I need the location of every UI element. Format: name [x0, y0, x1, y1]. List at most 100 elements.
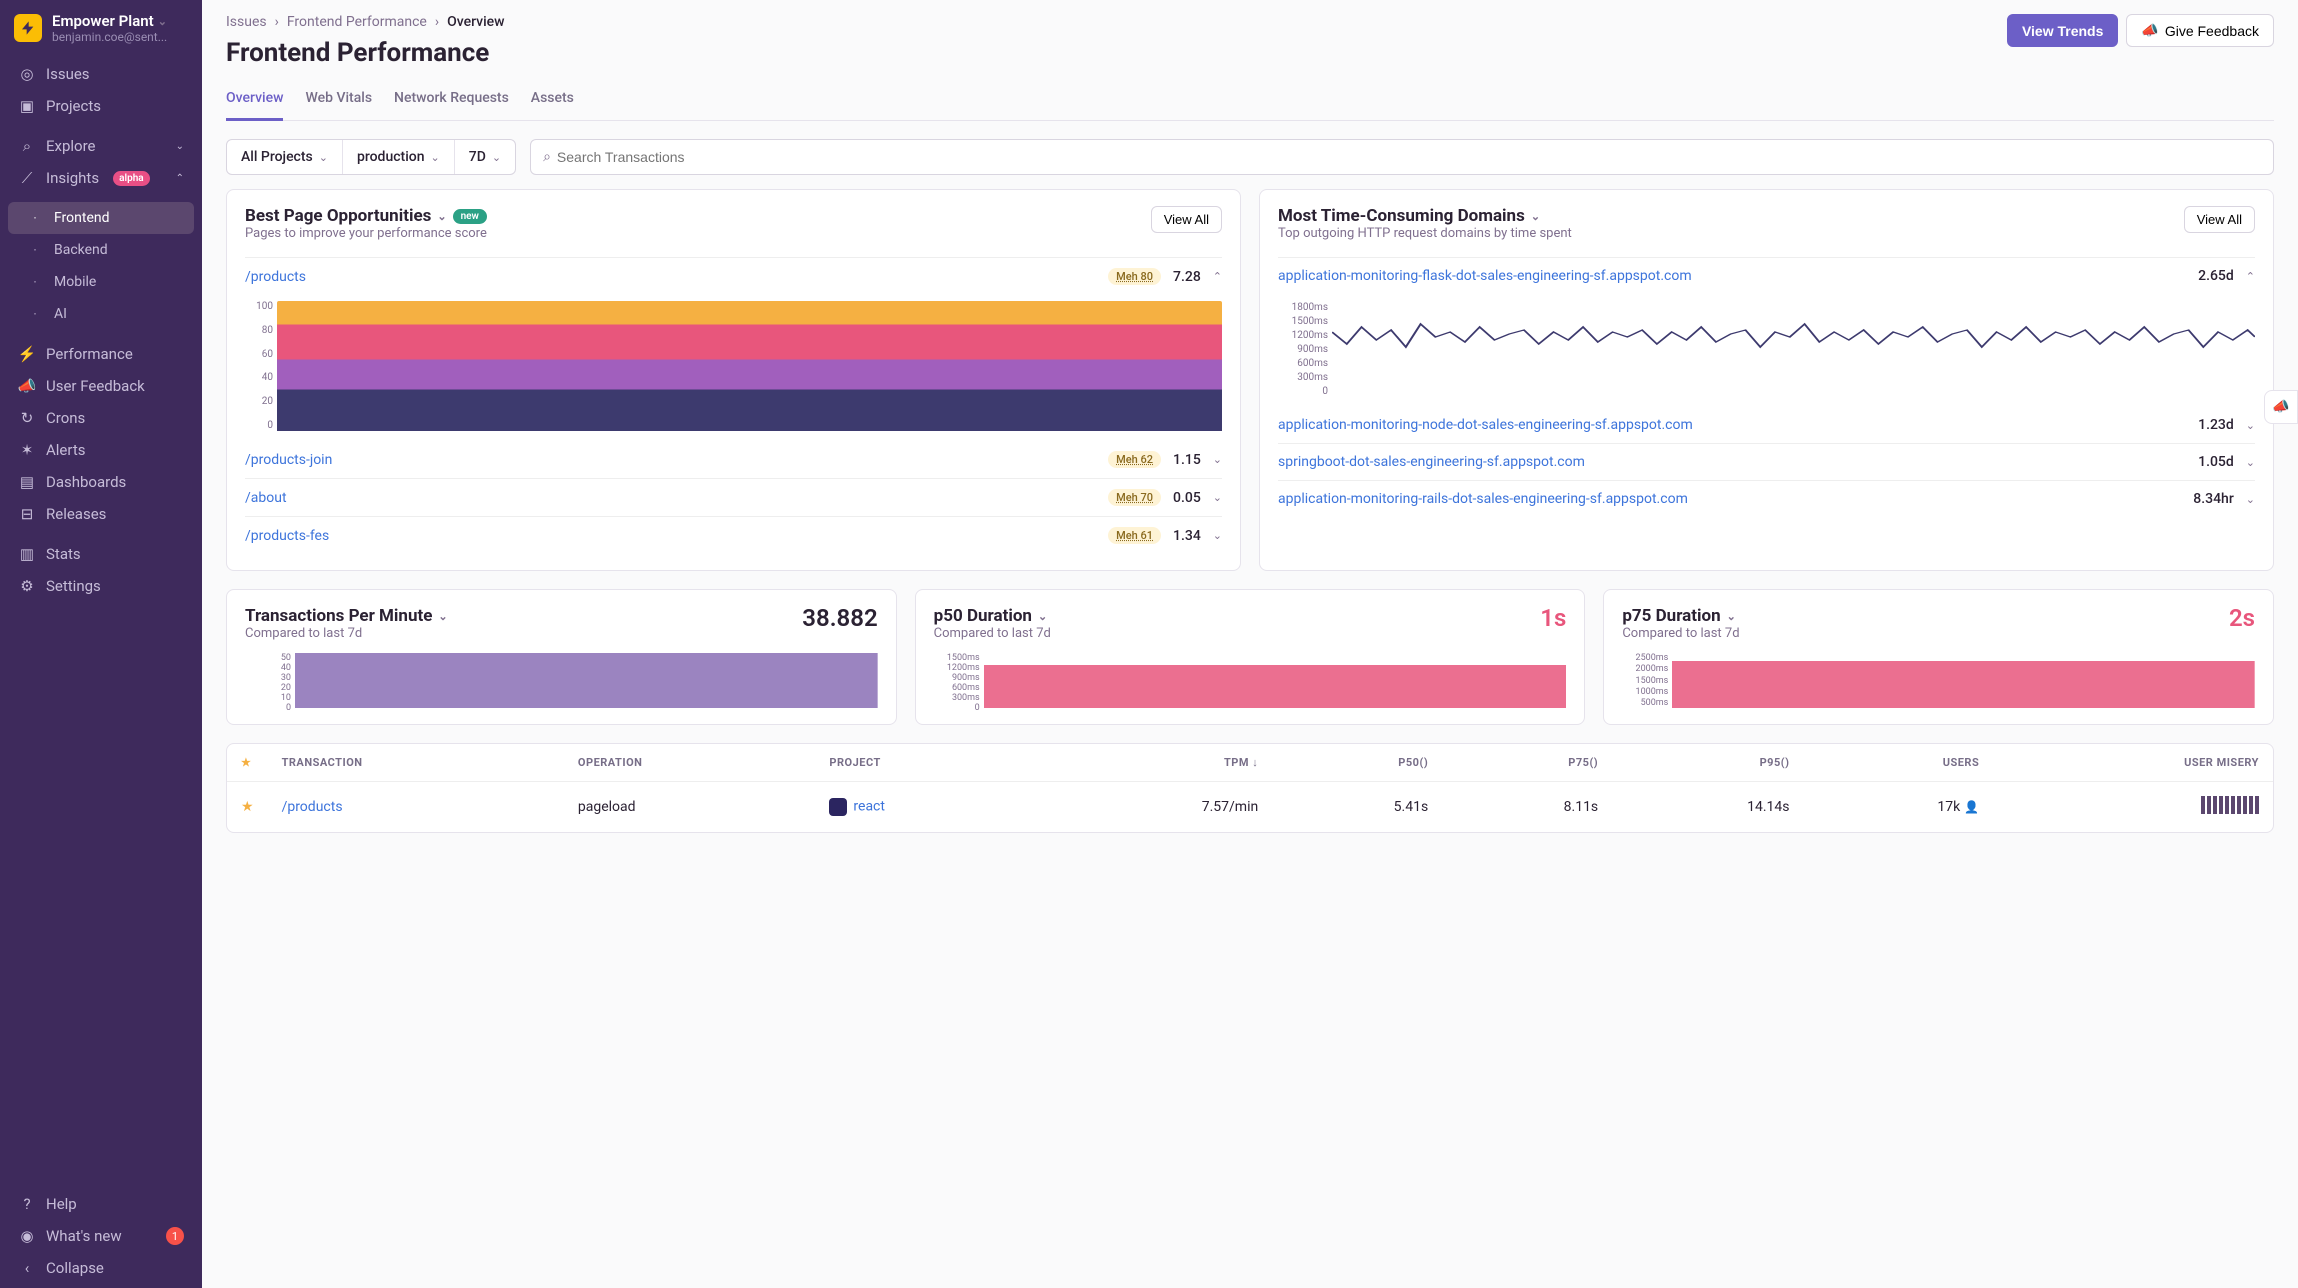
duration-value: 8.34hr: [2193, 491, 2234, 507]
sidebar-item-help[interactable]: ?Help: [8, 1188, 194, 1220]
domain-row: application-monitoring-rails-dot-sales-e…: [1278, 480, 2255, 517]
search-icon: ⌕: [543, 149, 551, 165]
chevron-up-icon[interactable]: ⌃: [1213, 270, 1222, 283]
filter-label: 7D: [469, 149, 486, 165]
col-transaction[interactable]: Transaction: [268, 744, 564, 782]
view-trends-button[interactable]: View Trends: [2007, 14, 2118, 47]
sidebar-item-releases[interactable]: ⊟Releases: [8, 498, 194, 530]
sidebar-item-frontend[interactable]: •Frontend: [8, 202, 194, 234]
chevron-down-icon[interactable]: ⌄: [1531, 210, 1540, 223]
chevron-down-icon: ⌄: [158, 15, 167, 28]
filter-label: production: [357, 149, 425, 165]
nav-label: Stats: [46, 545, 81, 563]
dot-icon: •: [26, 305, 44, 323]
chevron-down-icon[interactable]: ⌄: [438, 610, 447, 623]
panel-p75: p75 Duration ⌄ Compared to last 7d 2s 25…: [1603, 589, 2274, 725]
panel-title-text: Most Time-Consuming Domains: [1278, 206, 1525, 226]
breadcrumb-frontend-performance[interactable]: Frontend Performance: [287, 14, 427, 30]
chevron-down-icon[interactable]: ⌄: [1213, 453, 1222, 466]
col-users[interactable]: Users: [1804, 744, 1994, 782]
chevron-down-icon[interactable]: ⌄: [1213, 491, 1222, 504]
sidebar-item-ai[interactable]: • AI: [8, 298, 194, 330]
chevron-up-icon[interactable]: ⌃: [2246, 270, 2255, 283]
page-link[interactable]: /products-fes: [245, 528, 329, 544]
cell-project[interactable]: react: [815, 782, 1042, 833]
chevron-down-icon[interactable]: ⌄: [437, 210, 446, 223]
environment-filter[interactable]: production ⌄: [343, 140, 455, 174]
sidebar-item-alerts[interactable]: ✶Alerts: [8, 434, 194, 466]
chevron-down-icon[interactable]: ⌄: [1213, 529, 1222, 542]
sidebar-item-insights[interactable]: ⟋Insightsalpha⌃: [8, 162, 194, 194]
chevron-down-icon[interactable]: ⌄: [1727, 610, 1736, 623]
sidebar-item-stats[interactable]: ▥ Stats: [8, 538, 194, 570]
breadcrumb-issues[interactable]: Issues: [226, 14, 267, 30]
sidebar-item-collapse[interactable]: ‹Collapse: [8, 1252, 194, 1284]
page-link[interactable]: /about: [245, 490, 287, 506]
arrow-down-icon: ↓: [1252, 756, 1258, 769]
projects-filter[interactable]: All Projects ⌄: [227, 140, 343, 174]
project-link[interactable]: react: [853, 799, 885, 815]
sidebar-item-projects[interactable]: ▣Projects: [8, 90, 194, 122]
chevron-right-icon: ›: [435, 14, 439, 30]
tab-overview[interactable]: Overview: [226, 82, 283, 121]
nav-label: Help: [46, 1195, 77, 1213]
domain-link[interactable]: springboot-dot-sales-engineering-sf.apps…: [1278, 454, 1585, 470]
chevron-down-icon[interactable]: ⌄: [2246, 456, 2255, 469]
feedback-fab[interactable]: 📣: [2264, 390, 2298, 424]
stats-icon: ▥: [18, 545, 36, 563]
cell-tpm: 7.57/min: [1043, 782, 1273, 833]
tab-assets[interactable]: Assets: [531, 82, 574, 121]
domain-link[interactable]: application-monitoring-flask-dot-sales-e…: [1278, 268, 1692, 284]
view-all-button[interactable]: View All: [1151, 206, 1222, 233]
alpha-badge: alpha: [113, 171, 150, 186]
search-input[interactable]: [551, 140, 2261, 174]
sidebar-item-dashboards[interactable]: ▤Dashboards: [8, 466, 194, 498]
transaction-link[interactable]: /products: [282, 799, 343, 815]
dashboard-icon: ▤: [18, 473, 36, 491]
domain-link[interactable]: application-monitoring-rails-dot-sales-e…: [1278, 491, 1688, 507]
sidebar-item-explore[interactable]: ⌕ Explore ⌄: [8, 130, 194, 162]
domain-link[interactable]: application-monitoring-node-dot-sales-en…: [1278, 417, 1693, 433]
view-all-button[interactable]: View All: [2184, 206, 2255, 233]
page-link[interactable]: /products: [245, 269, 306, 285]
nav-label: AI: [54, 306, 67, 322]
star-icon[interactable]: ★: [241, 799, 254, 815]
org-switcher[interactable]: Empower Plant ⌄ benjamin.coe@sent...: [0, 0, 202, 54]
col-star: ★: [227, 744, 268, 782]
tab-network-requests[interactable]: Network Requests: [394, 82, 509, 121]
nav-label: Explore: [46, 137, 96, 155]
give-feedback-button[interactable]: 📣Give Feedback: [2126, 14, 2274, 47]
sidebar-item-user-feedback[interactable]: 📣User Feedback: [8, 370, 194, 402]
chevron-down-icon[interactable]: ⌄: [2246, 493, 2255, 506]
chevron-down-icon: ⌄: [176, 141, 184, 152]
chevron-down-icon[interactable]: ⌄: [1038, 610, 1047, 623]
star-icon: ★: [241, 756, 251, 769]
sidebar: Empower Plant ⌄ benjamin.coe@sent... ◎Is…: [0, 0, 202, 1288]
tab-web-vitals[interactable]: Web Vitals: [305, 82, 372, 121]
sidebar-item-settings[interactable]: ⚙Settings: [8, 570, 194, 602]
search-icon: ⌕: [18, 137, 36, 155]
y-axis: 50403020100: [245, 653, 291, 708]
col-operation[interactable]: Operation: [564, 744, 816, 782]
page-link[interactable]: /products-join: [245, 452, 332, 468]
sidebar-item-backend[interactable]: •Backend: [8, 234, 194, 266]
sidebar-item-issues[interactable]: ◎Issues: [8, 58, 194, 90]
megaphone-icon: 📣: [18, 377, 36, 395]
sidebar-item-performance[interactable]: ⚡Performance: [8, 338, 194, 370]
chevron-down-icon[interactable]: ⌄: [2246, 419, 2255, 432]
col-p75[interactable]: P75(): [1442, 744, 1612, 782]
period-filter[interactable]: 7D ⌄: [455, 140, 515, 174]
sidebar-item-crons[interactable]: ↻Crons: [8, 402, 194, 434]
cell-misery: [1993, 782, 2273, 833]
col-p95[interactable]: P95(): [1612, 744, 1803, 782]
col-project[interactable]: Project: [815, 744, 1042, 782]
search-transactions[interactable]: ⌕: [530, 139, 2274, 175]
col-tpm[interactable]: TPM ↓: [1043, 744, 1273, 782]
chevron-down-icon: ⌄: [492, 151, 501, 164]
sidebar-item-whats-new[interactable]: ◉What's new1: [8, 1220, 194, 1252]
button-label: Give Feedback: [2165, 23, 2259, 39]
col-misery[interactable]: User Misery: [1993, 744, 2273, 782]
col-p50[interactable]: P50(): [1272, 744, 1442, 782]
nav-label: Collapse: [46, 1259, 104, 1277]
sidebar-item-mobile[interactable]: •Mobile: [8, 266, 194, 298]
